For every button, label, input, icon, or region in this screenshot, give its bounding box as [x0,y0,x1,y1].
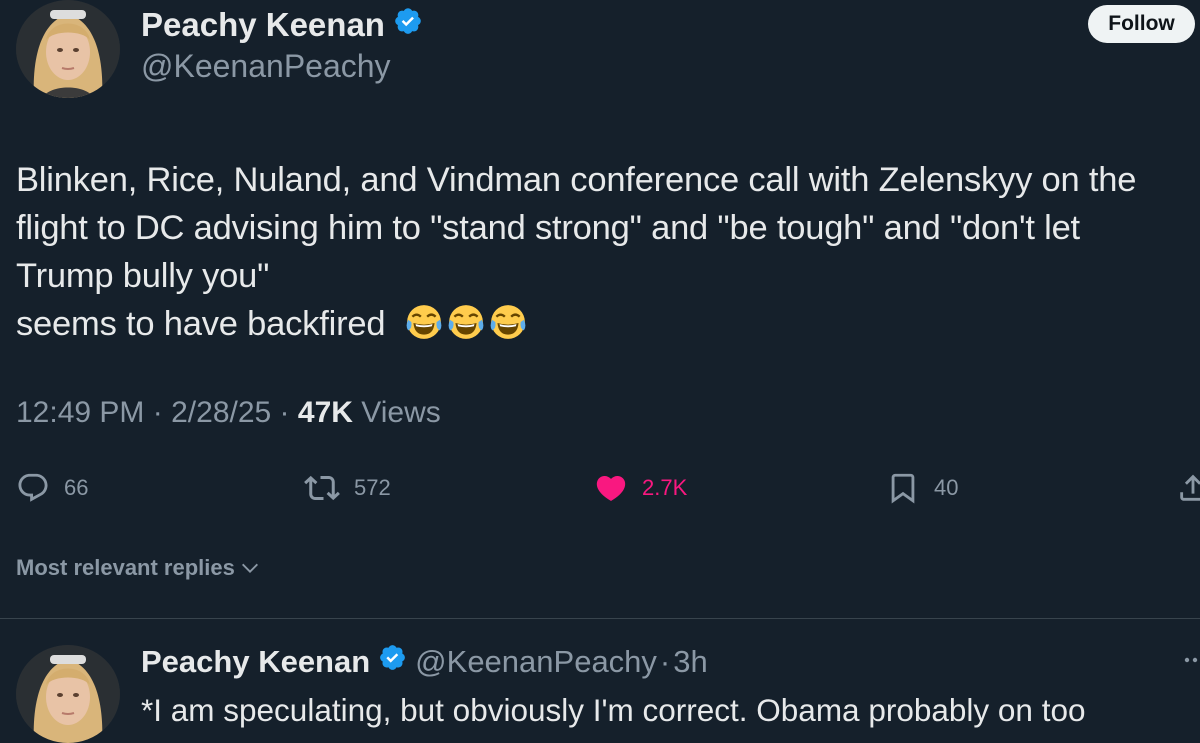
author-handle[interactable]: @KeenanPeachy [141,48,391,85]
views-label[interactable]: Views [361,396,440,429]
replies-sort-dropdown[interactable]: Most relevant replies [16,555,261,581]
tweet-meta: 12:49 PM · 2/28/25 · 47K Views [16,396,441,430]
views-count[interactable]: 47K [298,396,353,429]
tweet-text-line: Blinken, Rice, Nuland, and Vindman confe… [16,161,1137,199]
verified-badge-icon [393,6,423,44]
reply-age[interactable]: 3h [673,644,707,680]
reply-icon [18,473,48,502]
reply-author-avatar[interactable] [16,645,120,743]
repost-button[interactable]: 572 [304,470,391,506]
reply-count: 66 [64,475,89,500]
bookmark-icon [891,473,915,504]
author-name[interactable]: Peachy Keenan [141,6,423,44]
tweet-text-line-last: seems to have backfired [16,300,1196,354]
tears-of-joy-emoji-icon [405,303,443,354]
author-avatar[interactable] [16,0,120,98]
repost-count: 572 [354,475,391,500]
bookmark-count: 40 [934,475,959,500]
divider [0,618,1200,619]
tweet-text-line: flight to DC advising him to "stand stro… [16,209,1080,247]
replies-sort-label: Most relevant replies [16,555,235,580]
like-button[interactable]: 2.7K [594,470,687,506]
reply-author-name[interactable]: Peachy Keenan [141,644,370,680]
reply-separator: · [659,643,671,679]
reply-header: Peachy Keenan @KeenanPeachy · 3h [141,643,708,680]
share-button[interactable] [1176,470,1200,506]
repost-icon [304,475,340,501]
more-options-icon[interactable] [1182,650,1200,670]
reply-button[interactable]: 66 [16,470,88,506]
bookmark-button[interactable]: 40 [886,470,958,506]
meta-separator: · [152,396,163,429]
share-icon [1180,474,1200,501]
avatar-image [16,645,120,743]
author-name-text[interactable]: Peachy Keenan [141,6,385,44]
meta-separator: · [279,396,290,429]
reply-text: *I am speculating, but obviously I'm cor… [141,692,1086,728]
tears-of-joy-emoji-icon [489,303,527,354]
tweet-time[interactable]: 12:49 PM [16,396,144,429]
heart-icon [596,475,626,501]
tweet-text-line: seems to have backfired [16,305,386,343]
tweet-text: Blinken, Rice, Nuland, and Vindman confe… [16,156,1196,354]
tweet-text-line: Trump bully you" [16,257,270,295]
tears-of-joy-emoji-icon [447,303,485,354]
tweet-date[interactable]: 2/28/25 [171,396,271,429]
avatar-image [16,0,120,98]
follow-button[interactable]: Follow [1088,5,1195,43]
verified-badge-icon [378,643,407,680]
reply-author-handle[interactable]: @KeenanPeachy [415,644,657,680]
chevron-down-icon [241,563,258,573]
like-count: 2.7K [642,475,688,500]
